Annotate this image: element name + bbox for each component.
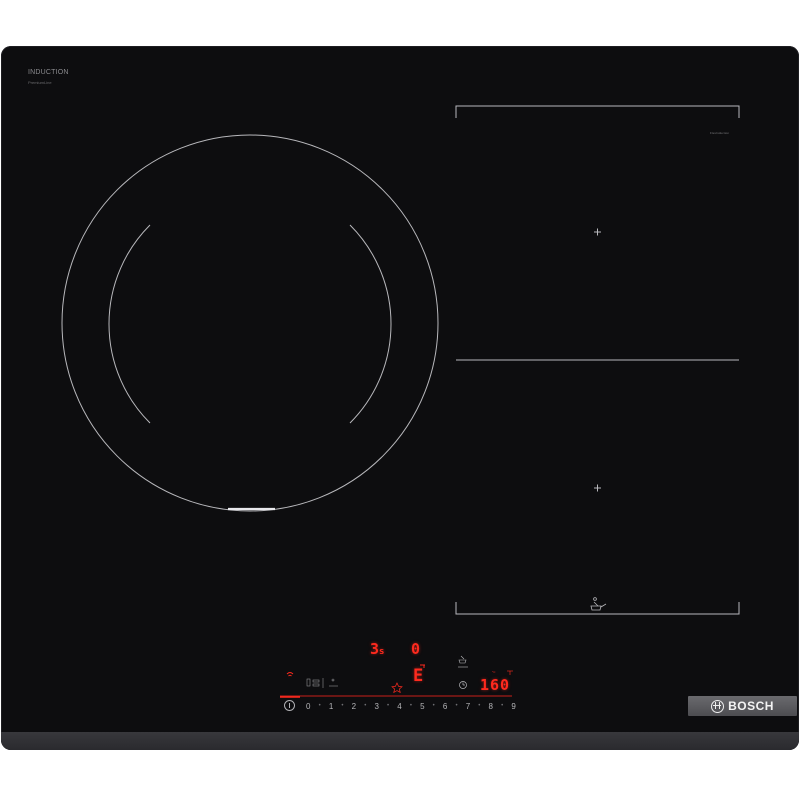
scale-level-0[interactable]: 0 (306, 702, 310, 711)
scale-dot: • (455, 703, 458, 709)
temperature-unit: °C (492, 670, 496, 674)
round-cooking-zone[interactable] (61, 134, 439, 512)
temperature-icon (507, 670, 513, 675)
scale-level-7[interactable]: 7 (466, 702, 470, 711)
flex-zone-top-bracket (455, 105, 740, 118)
scale-level-1[interactable]: 1 (329, 702, 333, 711)
pan-small-icon (458, 655, 468, 668)
scale-level-5[interactable]: 5 (420, 702, 424, 711)
timer-display-right: 0 (411, 640, 421, 658)
power-icon[interactable] (284, 700, 295, 711)
timer-left-digit: 3 (370, 640, 380, 658)
favorite-star-icon (391, 682, 403, 694)
function-icons (306, 678, 338, 688)
brand-name: BOSCH (728, 699, 774, 713)
timer-clock-icon (459, 681, 467, 689)
scale-level-8[interactable]: 8 (489, 702, 493, 711)
scale-dot: • (501, 703, 504, 709)
timer-left-unit: s (379, 647, 385, 657)
scale-dot: • (364, 703, 367, 709)
error-display: E (413, 666, 424, 686)
flex-zone-bottom-bracket (455, 602, 740, 615)
scale-level-6[interactable]: 6 (443, 702, 447, 711)
flex-cooking-zone[interactable] (455, 105, 740, 615)
cooktop-markings (61, 105, 740, 698)
scale-dot: • (409, 703, 412, 709)
scale-level-9[interactable]: 9 (511, 702, 515, 711)
scale-level-2[interactable]: 2 (352, 702, 356, 711)
timer-display-left: 3s (370, 640, 384, 658)
wifi-icon[interactable] (286, 672, 294, 677)
round-zone-inner-arc-left (108, 224, 151, 424)
scale-dot: • (341, 703, 344, 709)
round-zone-inner-arc-right (349, 224, 392, 424)
scale-dot: • (387, 703, 390, 709)
temperature-display: 160 (480, 676, 511, 694)
power-level-scale[interactable]: 0 • 1 • 2 • 3 • 4 • 5 • 6 • 7 • 8 • 9 (306, 700, 516, 712)
scale-level-3[interactable]: 3 (374, 702, 378, 711)
scale-dot: • (318, 703, 321, 709)
control-panel (280, 655, 513, 698)
scale-dot: • (478, 703, 481, 709)
flex-zone-label: FlexInduction (710, 131, 730, 135)
scale-level-4[interactable]: 4 (397, 702, 401, 711)
scale-dot: • (432, 703, 435, 709)
bosch-logo-icon (711, 699, 725, 713)
pan-icon (590, 597, 607, 611)
round-zone-outer-ring (61, 134, 439, 512)
brand-plate: BOSCH (688, 696, 797, 716)
